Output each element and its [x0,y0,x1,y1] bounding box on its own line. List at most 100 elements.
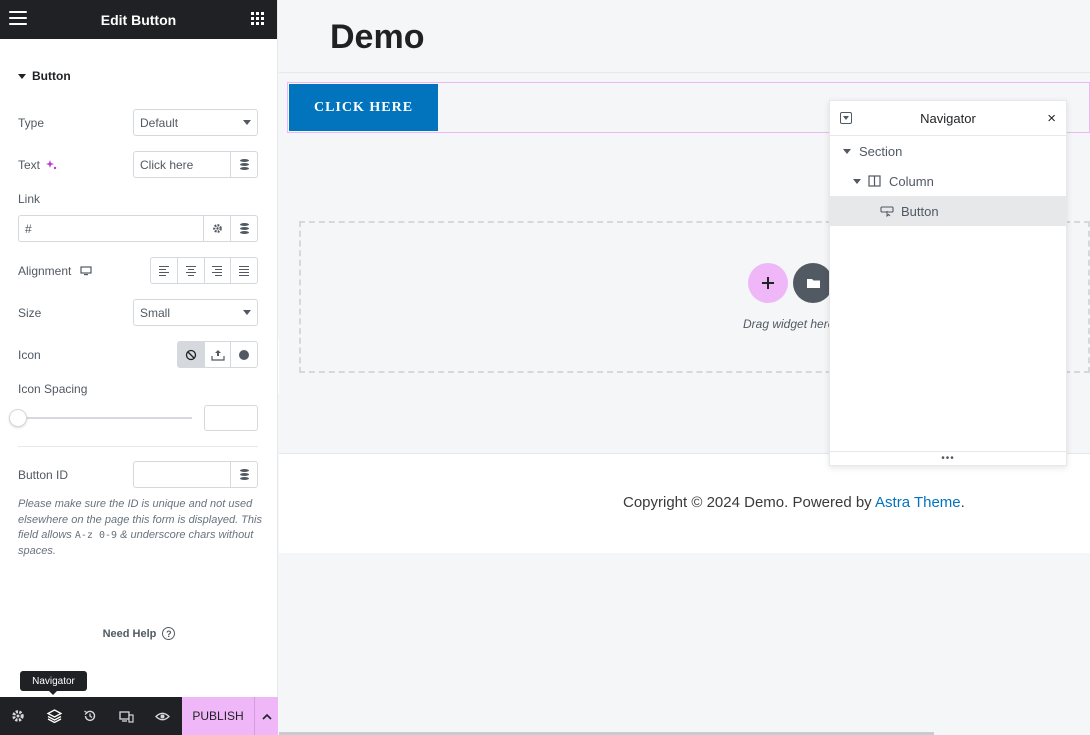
chevron-down-icon [243,120,251,125]
chevron-down-icon [243,310,251,315]
icon-library-button[interactable] [231,342,257,367]
icon-upload-button[interactable] [205,342,232,367]
copyright-prefix: Copyright © 2024 Demo. Powered by [623,494,876,511]
circle-icon [239,349,250,360]
navigator-item-label: Section [859,143,903,159]
need-help-link[interactable]: Need Help ? [0,627,278,640]
cta-button[interactable]: CLICK HERE [289,84,438,131]
header-divider [279,72,1090,73]
history-button[interactable] [72,697,108,735]
link-dynamic-button[interactable] [230,216,257,241]
icon-label: Icon [18,348,41,362]
align-left-button[interactable] [151,258,178,283]
caret-down-icon[interactable] [853,178,861,184]
caret-down-icon [18,73,26,79]
align-right-button[interactable] [205,258,232,283]
navigator-item-button[interactable]: Button [830,196,1066,226]
button-id-input[interactable] [134,462,230,487]
text-field[interactable]: Click here [133,151,258,178]
section-title: Button [32,69,71,83]
navigator-item-section[interactable]: Section [830,136,1066,166]
editor-panel: Edit Button Button Type Default Text Cli… [0,0,278,735]
upload-icon [210,349,225,361]
astra-theme-link[interactable]: Astra Theme [875,494,961,511]
link-field[interactable]: # [18,215,258,242]
question-icon: ? [162,627,176,640]
button-id-help-text: Please make sure the ID is unique and no… [18,497,263,559]
layers-icon [46,709,62,723]
plus-icon [762,277,774,289]
settings-button[interactable] [0,697,36,735]
devices-icon [119,710,134,723]
text-input[interactable]: Click here [134,152,230,177]
divider [18,446,258,447]
add-template-button[interactable] [793,263,833,303]
icon-spacing-label: Icon Spacing [18,382,88,396]
database-icon [239,223,249,234]
ai-sparkle-icon[interactable] [45,159,57,171]
database-icon [239,159,249,170]
navigator-item-column[interactable]: Column [830,166,1066,196]
panel-header: Edit Button [0,0,277,39]
icon-spacing-slider-handle[interactable] [9,409,27,427]
copyright-text: Copyright © 2024 Demo. Powered by Astra … [623,494,965,511]
align-justify-button[interactable] [231,258,257,283]
eye-icon [155,712,171,720]
chevron-up-icon [262,713,272,720]
icon-choice-control [177,341,258,368]
close-icon[interactable]: × [1047,110,1056,127]
navigator-tooltip: Navigator [20,671,87,695]
align-center-button[interactable] [178,258,205,283]
button-widget-icon [880,205,894,217]
navigator-item-label: Column [889,173,934,189]
type-label: Type [18,116,45,130]
ban-icon [185,349,196,360]
type-select-value: Default [140,115,179,130]
navigator-panel: Navigator × Section Column Button ••• [829,100,1067,466]
add-section-button[interactable] [748,263,788,303]
type-select[interactable]: Default [133,109,258,136]
navigator-toggle-all-button[interactable] [840,112,852,124]
button-id-dynamic-button[interactable] [230,462,257,487]
button-id-field[interactable] [133,461,258,488]
gear-icon [12,710,24,722]
history-icon [84,710,96,722]
section-toggle-button[interactable]: Button [18,69,71,83]
caret-down-icon[interactable] [843,148,851,154]
navigator-title: Navigator [920,110,976,126]
icon-spacing-slider-track[interactable] [18,417,192,419]
panel-footer: PUBLISH [0,697,278,735]
navigator-item-label: Button [901,203,939,219]
responsive-mode-button[interactable] [109,697,145,735]
text-label: Text [18,158,41,172]
column-icon [868,175,881,187]
link-options-button[interactable] [203,216,230,241]
dynamic-tags-button[interactable] [230,152,257,177]
navigator-header[interactable]: Navigator × [830,101,1066,136]
copyright-suffix: . [960,494,965,511]
button-id-label: Button ID [18,468,69,482]
database-icon [239,469,249,480]
need-help-label: Need Help [102,627,157,640]
size-select-value: Small [140,305,171,320]
icon-none-button[interactable] [178,342,205,367]
size-label: Size [18,306,42,320]
link-label: Link [18,192,41,206]
publish-options-button[interactable] [254,697,278,735]
widgets-grid-icon[interactable] [251,12,264,25]
navigator-resize-handle[interactable]: ••• [830,451,1066,465]
desktop-icon[interactable] [80,266,92,276]
help-text-code: A-z 0-9 [74,530,118,541]
preview-button[interactable] [145,697,181,735]
menu-icon[interactable] [9,11,27,27]
navigator-button[interactable] [36,697,72,735]
size-select[interactable]: Small [133,299,258,326]
alignment-label-wrap: Alignment [18,264,92,278]
gear-icon [212,224,222,233]
folder-icon [806,279,820,288]
publish-button[interactable]: PUBLISH [181,697,255,735]
site-title[interactable]: Demo [330,18,424,57]
link-input[interactable]: # [19,216,203,241]
alignment-control [150,257,258,284]
icon-spacing-input[interactable] [204,405,258,431]
